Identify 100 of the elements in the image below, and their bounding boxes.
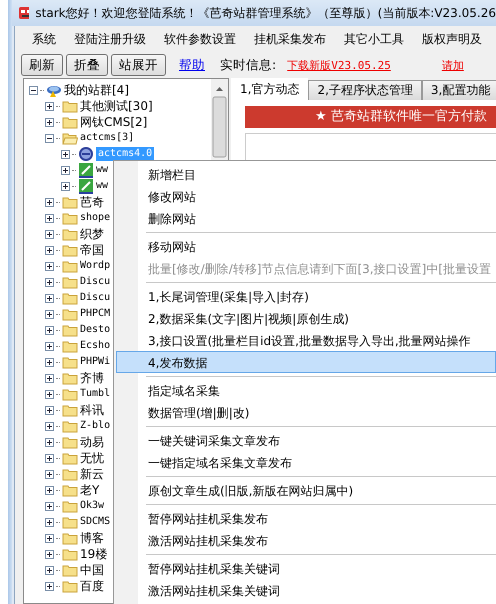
tree-item[interactable]: shope — [80, 211, 110, 225]
expand-icon[interactable] — [45, 118, 54, 126]
tree-item[interactable]: 齐博 — [80, 371, 104, 385]
expand-icon[interactable] — [45, 342, 54, 350]
expand-icon[interactable] — [45, 102, 54, 110]
expand-icon[interactable] — [45, 470, 54, 478]
tree-item[interactable]: 网钛CMS[2] — [80, 115, 148, 129]
tree-item[interactable]: 19楼 — [80, 547, 108, 561]
notice-banner: ★ 芭奇站群软件唯一官方付款 — [245, 106, 496, 128]
expand-icon[interactable] — [61, 150, 70, 158]
tree-item[interactable]: Desto — [80, 323, 110, 337]
expand-icon[interactable] — [45, 198, 54, 206]
tree-item[interactable]: Z-blo — [80, 419, 110, 433]
menu-item[interactable]: 一键关键词采集文章发布 — [116, 429, 496, 451]
menu-item[interactable]: 删除网站 — [116, 207, 496, 229]
tree-item[interactable]: 百度 — [80, 579, 104, 593]
collapse-icon[interactable] — [45, 134, 54, 142]
expand-icon[interactable] — [45, 374, 54, 382]
collapse-icon[interactable] — [29, 86, 38, 94]
tree-item[interactable]: SDCMS — [80, 515, 110, 529]
tree-item[interactable]: 无忧 — [80, 451, 104, 465]
tree-item[interactable]: ww — [96, 163, 108, 177]
site-icon — [78, 162, 94, 178]
menu-item[interactable]: 其它小工具 — [335, 30, 413, 48]
expand-icon[interactable] — [45, 534, 54, 542]
menu-item[interactable]: 激活网站挂机采集关键词 — [116, 579, 496, 601]
tree-item[interactable]: 帝国 — [80, 243, 104, 257]
menu-item[interactable]: 1,长尾词管理(采集|导入|封存) — [116, 285, 496, 307]
menu-item[interactable]: 移动网站 — [116, 235, 496, 257]
expand-icon[interactable] — [45, 278, 54, 286]
expand-icon[interactable] — [45, 390, 54, 398]
toolbar-button[interactable]: 刷新 — [21, 54, 63, 76]
expand-icon[interactable] — [45, 358, 54, 366]
toolbar-button[interactable]: 折叠 — [66, 54, 108, 76]
toolbar-button[interactable]: 站展开 — [111, 54, 166, 76]
tree-item[interactable]: Ok3w — [80, 499, 104, 513]
expand-icon[interactable] — [45, 486, 54, 494]
expand-icon[interactable] — [45, 326, 54, 334]
menu-item[interactable]: 暂停网站挂机采集关键词 — [116, 557, 496, 579]
menu-item[interactable]: 暂停网站挂机采集发布 — [116, 507, 496, 529]
menu-item[interactable]: 系统 — [23, 30, 65, 48]
menu-item[interactable]: 数据管理(增|删|改) — [116, 401, 496, 423]
menu-item[interactable]: 2,数据采集(文字|图片|视频|原创生成) — [116, 307, 496, 329]
tab[interactable]: 2,子程序状态管理 — [308, 80, 422, 100]
tree-item[interactable]: 动易 — [80, 435, 104, 449]
tree-item[interactable]: 织梦 — [80, 227, 104, 241]
menu-item[interactable]: 新增栏目 — [116, 163, 496, 185]
menu-item[interactable]: 4,发布数据 — [116, 351, 496, 373]
tree-item[interactable]: 老Y — [80, 483, 100, 497]
menu-item[interactable]: 软件参数设置 — [155, 30, 245, 48]
tree-item[interactable]: PHPCM — [80, 307, 110, 321]
expand-icon[interactable] — [45, 294, 54, 302]
info-label: 实时信息: — [220, 56, 276, 74]
expand-icon[interactable] — [45, 582, 54, 590]
tree-item[interactable]: 我的站群[4] — [64, 83, 129, 97]
site-icon — [78, 178, 94, 194]
menu-item[interactable]: 原创文章生成(旧版,新版在网站归属中) — [116, 479, 496, 501]
menu-item[interactable]: 一键指定域名采集文章发布 — [116, 451, 496, 473]
expand-icon[interactable] — [45, 518, 54, 526]
expand-icon[interactable] — [45, 262, 54, 270]
tree-item[interactable]: Wordp — [80, 259, 110, 273]
qq-link[interactable]: 请加 — [442, 58, 464, 72]
tree-item[interactable]: Discu — [80, 275, 110, 289]
expand-icon[interactable] — [45, 438, 54, 446]
expand-icon[interactable] — [45, 550, 54, 558]
expand-icon[interactable] — [45, 406, 54, 414]
tree-item[interactable]: 新云 — [80, 467, 104, 481]
expand-icon[interactable] — [45, 230, 54, 238]
tree-item[interactable]: 博客 — [80, 531, 104, 545]
tree-item[interactable]: 芭奇 — [80, 195, 104, 209]
tree-item[interactable]: Discu — [80, 291, 110, 305]
menu-item[interactable]: 挂机采集发布 — [245, 30, 335, 48]
expand-icon[interactable] — [45, 422, 54, 430]
menu-item[interactable]: 激活网站挂机采集发布 — [116, 529, 496, 551]
menu-item[interactable]: 版权声明及 — [413, 30, 491, 48]
expand-icon[interactable] — [61, 166, 70, 174]
menu-item[interactable]: 3,接口设置(批量栏目id设置,批量数据导入导出,批量网站操作 — [116, 329, 496, 351]
expand-icon[interactable] — [45, 454, 54, 462]
tree-item[interactable]: PHPWi — [80, 355, 110, 369]
expand-icon[interactable] — [45, 246, 54, 254]
tree-item[interactable]: 科讯 — [80, 403, 104, 417]
expand-icon[interactable] — [45, 310, 54, 318]
tab[interactable]: 3,配置功能 — [422, 80, 496, 100]
tree-item[interactable]: Tumbl — [80, 387, 110, 401]
tree-item[interactable]: ww — [96, 179, 108, 193]
tree-item[interactable]: 其他测试[30] — [80, 99, 153, 113]
menu-item[interactable]: 登陆注册升级 — [65, 30, 155, 48]
tab[interactable]: 1,官方动态 — [231, 78, 308, 100]
expand-icon[interactable] — [45, 502, 54, 510]
help-link[interactable]: 帮助 — [179, 56, 205, 74]
menu-item[interactable]: 修改网站 — [116, 185, 496, 207]
download-link[interactable]: 下载新版V23.05.25 — [287, 58, 391, 72]
expand-icon[interactable] — [45, 566, 54, 574]
expand-icon[interactable] — [45, 214, 54, 222]
expand-icon[interactable] — [61, 182, 70, 190]
tree-item[interactable]: actcms[3] — [80, 131, 134, 145]
app-logo-icon — [18, 5, 30, 21]
menu-item[interactable]: 指定域名采集 — [116, 379, 496, 401]
tree-item[interactable]: 中国 — [80, 563, 104, 577]
tree-item[interactable]: Ecsho — [80, 339, 110, 353]
